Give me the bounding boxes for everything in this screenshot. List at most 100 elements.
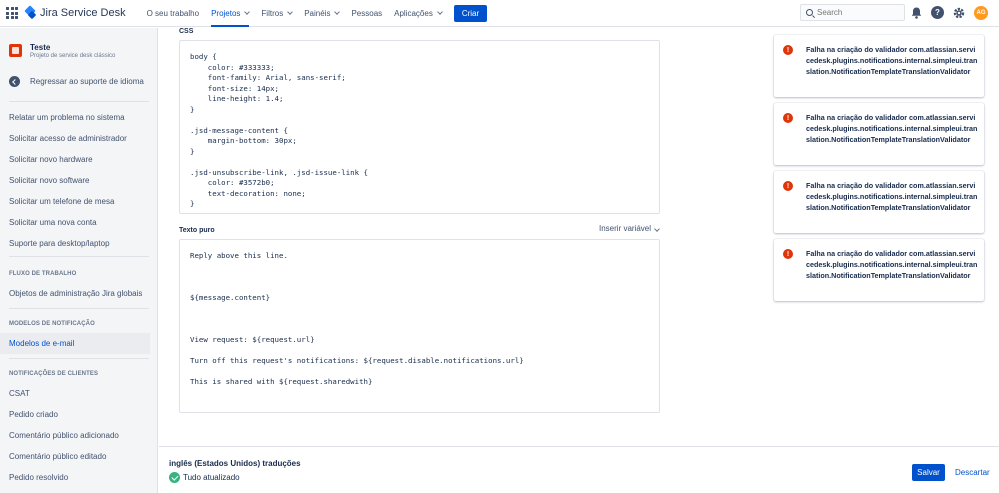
chevron-down-icon bbox=[334, 8, 341, 15]
code-line: color: #333333; bbox=[190, 62, 275, 72]
insert-variable-label: Inserir variável bbox=[599, 224, 652, 233]
project-header[interactable]: Teste Projeto de service desk clássico bbox=[9, 43, 115, 59]
code-line: .jsd-message-content { bbox=[190, 125, 288, 135]
nav-label: Painéis bbox=[304, 8, 331, 18]
nav-paineis[interactable]: Painéis bbox=[298, 0, 345, 27]
nav-filtros[interactable]: Filtros bbox=[255, 0, 298, 27]
code-line: ${message.content} bbox=[190, 293, 271, 302]
back-arrow-icon bbox=[9, 76, 20, 87]
product-name: Jira Service Desk bbox=[40, 7, 126, 19]
error-icon: ! bbox=[783, 249, 793, 259]
nav-label: O seu trabalho bbox=[146, 8, 200, 18]
main-content: CSS body { color: #333333; font-family: … bbox=[159, 28, 999, 493]
sidebar-divider bbox=[9, 358, 149, 359]
nav-label: Projetos bbox=[211, 8, 241, 18]
jira-logo-icon bbox=[25, 7, 37, 19]
chevron-down-icon bbox=[654, 226, 660, 232]
sidebar-divider bbox=[9, 308, 149, 309]
sidebar-item[interactable]: Solicitar novo hardware bbox=[0, 149, 150, 170]
bell-icon[interactable] bbox=[910, 6, 923, 19]
code-line: margin-bottom: 30px; bbox=[190, 136, 297, 145]
code-line: Turn off this request's notifications: $… bbox=[190, 356, 524, 365]
sidebar-item[interactable]: Pedido criado bbox=[0, 404, 150, 425]
nav-label: Filtros bbox=[261, 8, 284, 18]
create-button[interactable]: Criar bbox=[453, 4, 488, 22]
discard-button[interactable]: Descartar bbox=[951, 464, 994, 481]
sidebar-item[interactable]: Pedido resolvido bbox=[0, 467, 150, 488]
code-line: .jsd-unsubscribe-link, .jsd-issue-link { bbox=[190, 167, 368, 177]
notification-templates-list: Modelos de e-mail bbox=[0, 333, 158, 354]
chevron-down-icon bbox=[244, 8, 251, 15]
code-line: } bbox=[190, 104, 195, 114]
sidebar-divider bbox=[9, 101, 149, 102]
sidebar-item[interactable]: Suporte para desktop/laptop bbox=[0, 233, 150, 254]
code-line: } bbox=[190, 146, 195, 156]
code-line: Reply above this line. bbox=[190, 251, 288, 260]
error-card: ! Falha na criação do validador com.atlas… bbox=[774, 239, 984, 301]
sidebar-item[interactable]: Comentário público adicionado bbox=[0, 425, 150, 446]
project-type: Projeto de service desk clássico bbox=[30, 53, 116, 59]
sidebar-item[interactable]: Relatar um problema no sistema bbox=[0, 107, 150, 128]
css-editor[interactable]: body { color: #333333; font-family: Aria… bbox=[179, 40, 660, 214]
top-navigation: Jira Service Desk O seu trabalho Projetos… bbox=[0, 0, 999, 27]
back-link-label: Regressar ao suporte de idioma bbox=[30, 77, 144, 86]
sidebar-item[interactable]: Solicitar uma nova conta bbox=[0, 212, 150, 233]
save-status: Tudo atualizado bbox=[169, 472, 240, 483]
sidebar-item[interactable]: Solicitar novo software bbox=[0, 170, 150, 191]
code-line: This is shared with ${request.sharedwith… bbox=[190, 377, 373, 386]
code-line: color: #3572b0; bbox=[190, 178, 275, 187]
nav-menu: O seu trabalho Projetos Filtros Painéis Pess… bbox=[141, 0, 448, 27]
workflow-heading: FLUXO DE TRABALHO bbox=[9, 271, 77, 277]
help-icon[interactable]: ? bbox=[931, 6, 944, 19]
check-circle-icon bbox=[169, 472, 180, 483]
error-icon: ! bbox=[783, 113, 793, 123]
code-line: font-size: 14px; bbox=[190, 83, 279, 93]
search-input[interactable] bbox=[817, 8, 897, 17]
code-line: } bbox=[190, 199, 195, 208]
error-card: ! Falha na criação do validador com.atlas… bbox=[774, 171, 984, 233]
error-message: Falha na criação do validador com.atlass… bbox=[806, 181, 978, 212]
request-type-list: Relatar um problema no sistema Solicitar … bbox=[0, 107, 158, 254]
project-avatar-icon bbox=[9, 44, 22, 57]
search-icon bbox=[806, 9, 813, 16]
nav-projetos[interactable]: Projetos bbox=[205, 0, 255, 27]
sidebar-item[interactable]: Comentário público editado bbox=[0, 446, 150, 467]
chevron-down-icon bbox=[287, 8, 294, 15]
insert-variable-dropdown[interactable]: Inserir variável bbox=[599, 224, 660, 233]
sidebar-item[interactable]: Solicitar um telefone de mesa bbox=[0, 191, 150, 212]
customer-notifications-list: CSAT Pedido criado Comentário público adic… bbox=[0, 383, 158, 488]
back-to-language-support-link[interactable]: Regressar ao suporte de idioma bbox=[9, 76, 144, 87]
nav-o-seu-trabalho[interactable]: O seu trabalho bbox=[141, 0, 205, 27]
error-message: Falha na criação do validador com.atlass… bbox=[806, 113, 978, 144]
status-text: Tudo atualizado bbox=[183, 473, 240, 482]
sidebar: Teste Projeto de service desk clássico R… bbox=[0, 28, 158, 493]
sidebar-divider bbox=[9, 256, 149, 257]
css-section-label: CSS bbox=[179, 28, 194, 35]
nav-label: Pessoas bbox=[351, 8, 383, 18]
nav-label: Aplicações bbox=[394, 8, 433, 18]
nav-pessoas[interactable]: Pessoas bbox=[345, 0, 388, 27]
footer-divider bbox=[159, 446, 999, 447]
nav-aplicacoes[interactable]: Aplicações bbox=[388, 0, 448, 27]
code-line: View request: ${request.url} bbox=[190, 335, 315, 344]
save-button[interactable]: Salvar bbox=[912, 464, 945, 481]
plain-text-editor[interactable]: Reply above this line. ${message.content}… bbox=[179, 239, 660, 413]
chevron-down-icon bbox=[436, 8, 443, 15]
customer-notifications-heading: NOTIFICAÇÕES DE CLIENTES bbox=[9, 371, 99, 377]
settings-icon[interactable] bbox=[952, 6, 965, 19]
avatar[interactable]: AG bbox=[974, 6, 988, 20]
code-line: line-height: 1.4; bbox=[190, 94, 284, 103]
product-logo[interactable]: Jira Service Desk bbox=[25, 7, 126, 19]
code-line: text-decoration: none; bbox=[190, 188, 306, 198]
error-card: ! Falha na criação do validador com.atlas… bbox=[774, 35, 984, 97]
error-icon: ! bbox=[783, 45, 793, 55]
notification-templates-heading: MODELOS DE NOTIFICAÇÃO bbox=[9, 321, 95, 327]
sidebar-item[interactable]: Solicitar acesso de administrador bbox=[0, 128, 150, 149]
search-box[interactable] bbox=[800, 4, 905, 21]
sidebar-item[interactable]: Modelos de e-mail bbox=[0, 333, 150, 354]
sidebar-item[interactable]: Objetos de administração Jira globais bbox=[0, 283, 150, 304]
app-switcher-icon[interactable] bbox=[5, 6, 19, 20]
sidebar-item[interactable]: CSAT bbox=[0, 383, 150, 404]
error-icon: ! bbox=[783, 181, 793, 191]
error-message: Falha na criação do validador com.atlass… bbox=[806, 249, 978, 280]
